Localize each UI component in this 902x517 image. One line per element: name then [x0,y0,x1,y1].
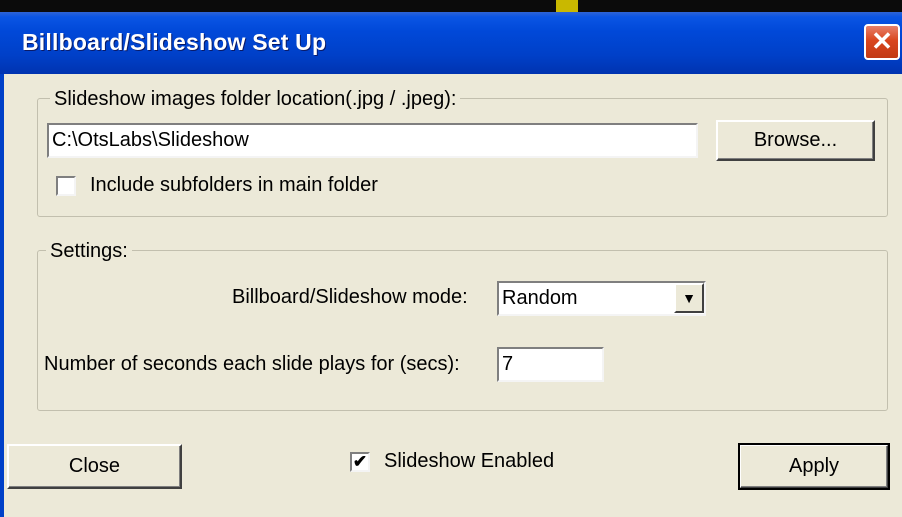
background-mark [556,0,578,12]
folder-location-legend: Slideshow images folder location(.jpg / … [50,88,461,111]
include-subfolders-label[interactable]: Include subfolders in main folder [90,174,378,197]
apply-button-label: Apply [788,455,840,477]
close-window-icon[interactable]: ✕ [864,24,900,60]
settings-group [37,250,888,411]
window-title: Billboard/Slideshow Set Up [22,29,327,55]
close-button-label: Close [68,455,121,477]
chevron-down-icon[interactable]: ▼ [674,283,704,313]
mode-label: Billboard/Slideshow mode: [232,286,468,308]
folder-path-input[interactable]: C:\OtsLabs\Slideshow [47,123,698,158]
title-bar[interactable]: Billboard/Slideshow Set Up ✕ [0,12,902,74]
include-subfolders-checkbox[interactable] [56,176,76,196]
window-border [0,74,4,517]
apply-button[interactable]: Apply [738,443,890,490]
background-strip [0,0,902,12]
browse-button-label: Browse... [753,129,838,151]
seconds-input[interactable]: 7 [497,347,604,382]
close-button[interactable]: Close [7,444,182,489]
slideshow-enabled-label[interactable]: Slideshow Enabled [384,450,554,473]
settings-legend: Settings: [46,240,132,263]
slideshow-enabled-checkbox[interactable]: ✔ [350,452,370,472]
mode-select-value: Random [502,287,578,309]
checkmark-icon: ✔ [352,452,368,471]
browse-button[interactable]: Browse... [716,120,875,161]
seconds-label: Number of seconds each slide plays for (… [44,353,460,375]
